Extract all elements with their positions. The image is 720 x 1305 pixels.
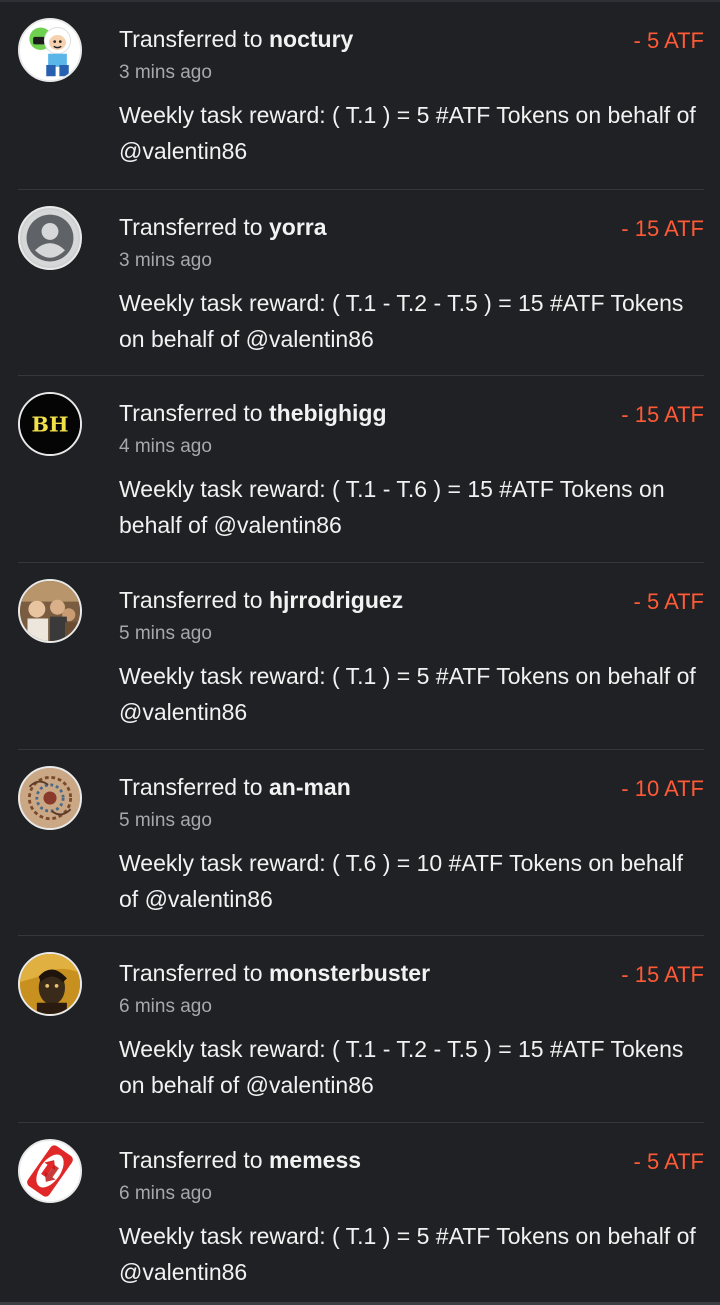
- list-item: Transferred to monsterbuster - 15 ATF 6 …: [18, 936, 704, 1123]
- pattern-art-avatar-icon[interactable]: [18, 766, 82, 830]
- transfer-title: Transferred to noctury: [119, 24, 353, 54]
- transfer-prefix: Transferred to: [119, 774, 263, 800]
- transfer-history-list: Transferred to noctury - 5 ATF 3 mins ag…: [0, 0, 720, 1305]
- recipient-username-link[interactable]: memess: [269, 1147, 361, 1173]
- transfer-timestamp: 3 mins ago: [119, 62, 212, 83]
- transfer-prefix: Transferred to: [119, 960, 263, 986]
- transfer-memo: Weekly task reward: ( T.6 ) = 10 #ATF To…: [119, 850, 683, 912]
- transfer-prefix: Transferred to: [119, 26, 263, 52]
- recipient-username-link[interactable]: noctury: [269, 26, 353, 52]
- bh-logo-avatar-icon[interactable]: BH: [18, 392, 82, 456]
- default-user-avatar-icon[interactable]: [18, 206, 82, 270]
- transfer-memo: Weekly task reward: ( T.1 ) = 5 #ATF Tok…: [119, 102, 696, 164]
- transfer-amount: - 10 ATF: [621, 776, 704, 801]
- bh-logo-text: BH: [32, 413, 69, 437]
- portrait-art-avatar-icon[interactable]: [18, 952, 82, 1016]
- transfer-amount: - 15 ATF: [621, 962, 704, 987]
- transfer-amount: - 5 ATF: [633, 589, 705, 614]
- transfer-memo: Weekly task reward: ( T.1 - T.2 - T.5 ) …: [119, 1036, 684, 1098]
- list-item: BH Transferred to thebighigg - 15 ATF 4 …: [18, 376, 704, 563]
- recipient-username-link[interactable]: an-man: [269, 774, 351, 800]
- transfer-amount: - 15 ATF: [621, 402, 704, 427]
- transfer-title: Transferred to an-man: [119, 772, 351, 802]
- recipient-username-link[interactable]: thebighigg: [269, 400, 387, 426]
- transfer-timestamp: 5 mins ago: [119, 810, 212, 831]
- transfer-memo: Weekly task reward: ( T.1 ) = 5 #ATF Tok…: [119, 1223, 696, 1285]
- transfer-memo: Weekly task reward: ( T.1 ) = 5 #ATF Tok…: [119, 663, 696, 725]
- reverse-card-avatar-icon[interactable]: [18, 1139, 82, 1203]
- transfer-title: Transferred to yorra: [119, 212, 327, 242]
- transfer-timestamp: 3 mins ago: [119, 250, 212, 271]
- list-item: Transferred to hjrrodriguez - 5 ATF 5 mi…: [18, 563, 704, 750]
- list-item: Transferred to an-man - 10 ATF 5 mins ag…: [18, 750, 704, 936]
- recipient-username-link[interactable]: hjrrodriguez: [269, 587, 403, 613]
- transfer-amount: - 5 ATF: [633, 28, 705, 53]
- transfer-prefix: Transferred to: [119, 400, 263, 426]
- list-item: Transferred to memess - 5 ATF 6 mins ago…: [18, 1123, 704, 1304]
- transfer-amount: - 15 ATF: [621, 216, 704, 241]
- list-item: Transferred to yorra - 15 ATF 3 mins ago…: [18, 190, 704, 376]
- transfer-timestamp: 6 mins ago: [119, 996, 212, 1017]
- transfer-amount: - 5 ATF: [633, 1149, 705, 1174]
- transfer-title: Transferred to thebighigg: [119, 398, 387, 428]
- transfer-memo: Weekly task reward: ( T.1 - T.6 ) = 15 #…: [119, 476, 665, 538]
- recipient-username-link[interactable]: yorra: [269, 214, 327, 240]
- transfer-timestamp: 4 mins ago: [119, 436, 212, 457]
- transfer-prefix: Transferred to: [119, 1147, 263, 1173]
- cartoon-character-avatar-icon[interactable]: [18, 18, 82, 82]
- list-item: Transferred to noctury - 5 ATF 3 mins ag…: [18, 2, 704, 190]
- recipient-username-link[interactable]: monsterbuster: [269, 960, 430, 986]
- transfer-memo: Weekly task reward: ( T.1 - T.2 - T.5 ) …: [119, 290, 684, 352]
- transfer-title: Transferred to hjrrodriguez: [119, 585, 403, 615]
- transfer-timestamp: 5 mins ago: [119, 623, 212, 644]
- transfer-title: Transferred to memess: [119, 1145, 361, 1175]
- group-photo-avatar-icon[interactable]: [18, 579, 82, 643]
- transfer-prefix: Transferred to: [119, 214, 263, 240]
- transfer-title: Transferred to monsterbuster: [119, 958, 430, 988]
- transfer-prefix: Transferred to: [119, 587, 263, 613]
- transfer-timestamp: 6 mins ago: [119, 1183, 212, 1204]
